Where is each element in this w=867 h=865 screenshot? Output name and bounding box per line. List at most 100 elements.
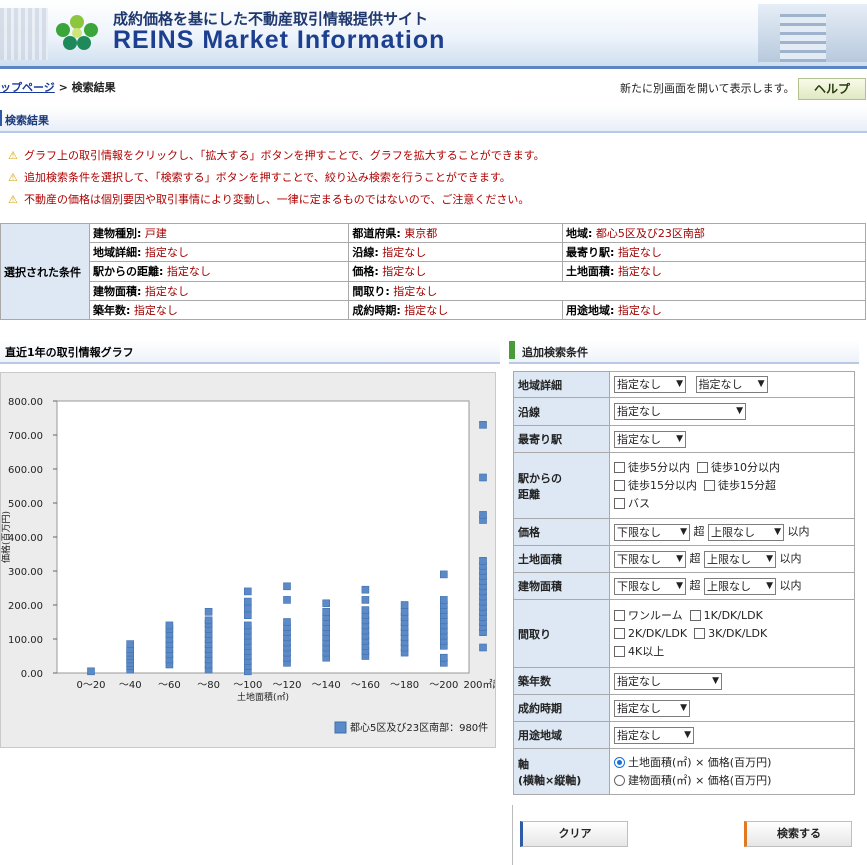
data-point[interactable] <box>244 597 252 606</box>
line-cell: 指定なし ▼ <box>609 397 855 426</box>
station-select[interactable]: 指定なし ▼ <box>614 430 686 448</box>
condition-cell: 駅からの距離: 指定なし <box>88 261 350 282</box>
layout-4k-checkbox[interactable] <box>614 646 625 657</box>
section-title: 検索結果 <box>5 114 49 127</box>
distance-cell: 徒歩5分以内 徒歩10分以内 徒歩15分以内 徒歩15分超 バス <box>609 452 855 519</box>
axis-label: 軸 (横軸×縦軸) <box>513 748 610 795</box>
y-tick-label: 600.00 <box>8 465 43 476</box>
data-point[interactable] <box>439 570 448 579</box>
data-point[interactable] <box>165 621 174 630</box>
breadcrumb-top-link[interactable]: ップページ <box>0 81 55 94</box>
land-area-upper-select[interactable]: 上限なし ▼ <box>704 550 776 568</box>
scatter-chart[interactable]: 800.00 700.00 600.00 500.00 400.00 300.00 200.… <box>1 373 495 747</box>
condition-cell: 価格: 指定なし <box>348 261 564 282</box>
data-point[interactable] <box>204 616 213 625</box>
x-tick-label: 0～20 <box>76 680 105 691</box>
condition-cell: 建物面積: 指定なし <box>88 280 350 301</box>
clear-button[interactable]: クリア <box>520 821 628 847</box>
zoning-select[interactable]: 指定なし ▼ <box>614 726 694 744</box>
price-upper-select[interactable]: 上限なし ▼ <box>708 523 784 541</box>
price-label: 価格 <box>513 518 610 546</box>
distance-10min-checkbox[interactable] <box>697 462 708 473</box>
x-tick-label: ～180 <box>390 680 419 691</box>
data-point[interactable] <box>244 587 252 596</box>
data-point[interactable] <box>126 640 134 648</box>
data-point[interactable] <box>244 604 252 613</box>
site-brand: REINS Market Information <box>113 26 446 54</box>
layout-2k-checkbox[interactable] <box>614 628 625 639</box>
distance-15min-checkbox[interactable] <box>614 480 625 491</box>
additional-conditions-title: 追加検索条件 <box>522 346 588 359</box>
data-point[interactable] <box>322 599 331 608</box>
x-tick-label: ～160 <box>351 680 380 691</box>
section-marker <box>0 110 2 126</box>
chevron-down-icon: ▼ <box>684 729 691 740</box>
data-point[interactable] <box>204 608 213 616</box>
axis-land-radio[interactable] <box>614 757 625 768</box>
data-point[interactable] <box>283 596 291 604</box>
building-area-upper-select[interactable]: 上限なし ▼ <box>704 577 776 595</box>
header-building-right-image <box>758 4 867 62</box>
period-select[interactable]: 指定なし ▼ <box>614 699 690 717</box>
data-point[interactable] <box>244 611 252 619</box>
y-tick-label: 200.00 <box>8 601 43 612</box>
layout-1room-checkbox[interactable] <box>614 610 625 621</box>
distance-5min-checkbox[interactable] <box>614 462 625 473</box>
warning-icon: ⚠ <box>8 193 18 206</box>
notice-text: 不動産の価格は個別要因や取引事情により変動し、一律に定まるものではないので、ご注… <box>24 193 530 206</box>
chevron-down-icon: ▼ <box>680 702 687 713</box>
line-select[interactable]: 指定なし ▼ <box>614 403 746 420</box>
condition-cell: 成約時期: 指定なし <box>348 299 564 321</box>
data-point[interactable] <box>361 596 370 604</box>
help-button[interactable]: ヘルプ <box>798 78 866 100</box>
x-tick-label: ～120 <box>272 680 301 691</box>
data-point[interactable] <box>479 557 487 565</box>
price-lower-select[interactable]: 下限なし ▼ <box>614 523 690 541</box>
chevron-down-icon: ▼ <box>736 406 743 416</box>
data-point[interactable] <box>439 596 448 604</box>
data-point[interactable] <box>283 582 291 591</box>
data-point[interactable] <box>439 653 448 662</box>
data-point[interactable] <box>479 511 487 519</box>
condition-cell: 最寄り駅: 指定なし <box>562 242 866 263</box>
x-axis-label: 土地面積(㎡) <box>237 691 289 703</box>
region-detail-select-1[interactable]: 指定なし ▼ <box>614 376 686 393</box>
condition-cell: 地域詳細: 指定なし <box>88 242 350 263</box>
region-detail-label: 地域詳細 <box>513 371 610 398</box>
price-cell: 下限なし ▼ 超 上限なし ▼ 以内 <box>609 518 855 546</box>
distance-bus-checkbox[interactable] <box>614 498 625 509</box>
data-point[interactable] <box>479 420 487 429</box>
building-area-label: 建物面積 <box>513 572 610 600</box>
zoning-label: 用途地域 <box>513 721 610 749</box>
data-point[interactable] <box>400 608 409 616</box>
line-label: 沿線 <box>513 397 610 426</box>
condition-cell: 土地面積: 指定なし <box>562 261 866 282</box>
distance-over15-checkbox[interactable] <box>704 480 715 491</box>
axis-cell: 土地面積(㎡) × 価格(百万円) 建物面積(㎡) × 価格(百万円) <box>609 748 855 795</box>
layout-cell: ワンルーム 1K/DK/LDK 2K/DK/LDK 3K/DK/LDK 4K以上 <box>609 599 855 668</box>
building-area-lower-select[interactable]: 下限なし ▼ <box>614 577 686 595</box>
data-point[interactable] <box>87 667 95 676</box>
search-button[interactable]: 検索する <box>744 821 852 847</box>
data-point[interactable] <box>400 601 409 609</box>
graph-title: 直近1年の取引情報グラフ <box>5 346 134 359</box>
data-point[interactable] <box>322 608 331 616</box>
data-point[interactable] <box>361 585 370 594</box>
axis-building-radio[interactable] <box>614 775 625 786</box>
data-point[interactable] <box>244 621 252 630</box>
x-tick-label: ～60 <box>158 680 181 691</box>
x-tick-label: 200㎡超 <box>463 678 495 691</box>
x-tick-label: ～100 <box>233 680 262 691</box>
data-point[interactable] <box>479 473 487 482</box>
data-point[interactable] <box>283 618 291 626</box>
land-area-lower-select[interactable]: 下限なし ▼ <box>614 550 686 568</box>
layout-1k-checkbox[interactable] <box>689 610 701 621</box>
graph-panel: 800.00 700.00 600.00 500.00 400.00 300.00 200.… <box>0 372 496 748</box>
layout-3k-checkbox[interactable] <box>694 628 706 639</box>
age-select[interactable]: 指定なし ▼ <box>614 672 722 690</box>
chevron-down-icon: ▼ <box>680 526 687 537</box>
region-detail-cell: 指定なし ▼ 指定なし ▼ <box>609 371 855 398</box>
data-point[interactable] <box>479 643 487 652</box>
data-point[interactable] <box>361 606 370 614</box>
region-detail-select-2[interactable]: 指定なし ▼ <box>695 376 768 393</box>
